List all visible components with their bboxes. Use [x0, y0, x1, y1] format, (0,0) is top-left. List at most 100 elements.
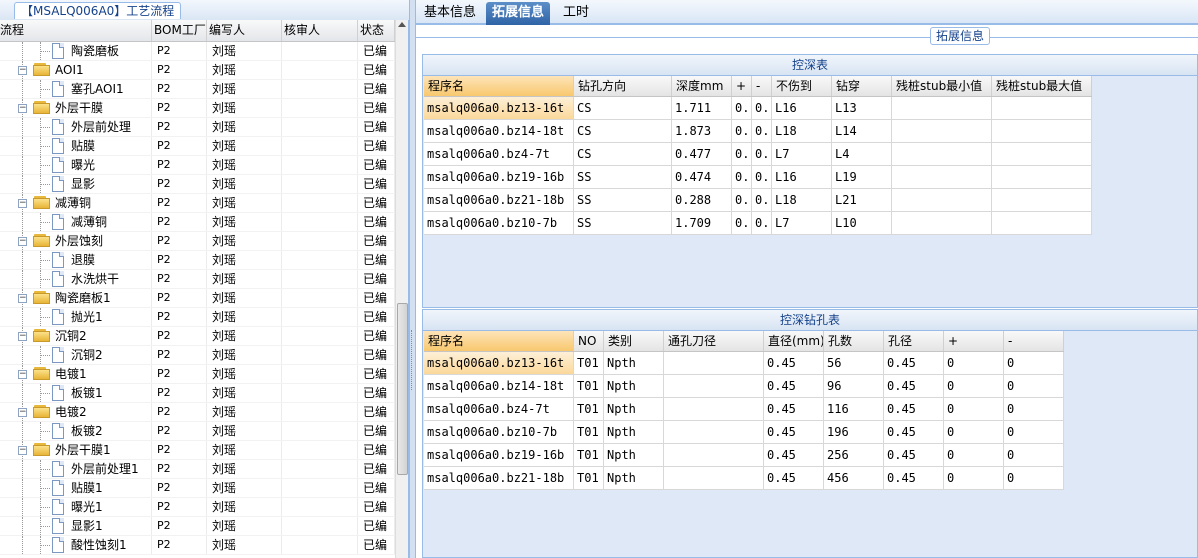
depth-table-row[interactable]: msalq006a0.bz13-16tCS1.7110..0..L16L13 [424, 97, 1092, 120]
tree-row[interactable]: − 外层蚀刻 P2 刘瑶 已编 [0, 232, 395, 251]
hole-table-row[interactable]: msalq006a0.bz21-18b T01 Npth 0.45 456 0.45 0 0 [424, 467, 1064, 490]
tree-node[interactable]: − 外层干膜1 [0, 441, 152, 459]
depth-table-col-header[interactable]: 残桩stub最小值 [892, 76, 992, 96]
hole-table-cell[interactable]: 0 [944, 352, 1004, 374]
hole-table-col-header[interactable]: 孔径 [884, 331, 944, 351]
tree-row[interactable]: 显影 P2 刘瑶 已编 [0, 175, 395, 194]
depth-table-col-header[interactable]: + [732, 76, 752, 96]
hole-table-cell[interactable]: Npth [604, 467, 664, 489]
hole-table-cell[interactable]: msalq006a0.bz10-7b [424, 421, 574, 443]
depth-table-cell[interactable]: L16 [772, 97, 832, 119]
tree-node[interactable]: 减薄铜 [0, 213, 152, 231]
hole-table-cell[interactable]: 0 [944, 375, 1004, 397]
hole-table-row[interactable]: msalq006a0.bz19-16b T01 Npth 0.45 256 0.45 0 0 [424, 444, 1064, 467]
depth-table-col-header[interactable]: 程序名 [424, 76, 574, 96]
tree-row[interactable]: 曝光 P2 刘瑶 已编 [0, 156, 395, 175]
collapse-toggle-icon[interactable]: − [18, 104, 27, 113]
collapse-toggle-icon[interactable]: − [18, 199, 27, 208]
depth-table-col-header[interactable]: 深度mm [672, 76, 732, 96]
hole-table-cell[interactable]: 456 [824, 467, 884, 489]
depth-table-cell[interactable]: 0.. [752, 97, 772, 119]
hole-table-cell[interactable]: T01 [574, 444, 604, 466]
hole-table-cell[interactable]: 0 [944, 398, 1004, 420]
tree-row[interactable]: 外层前处理1 P2 刘瑶 已编 [0, 460, 395, 479]
depth-table-cell[interactable]: L16 [772, 166, 832, 188]
hole-table-cell[interactable]: 0 [1004, 375, 1064, 397]
tree-node[interactable]: 酸性蚀刻1 [0, 536, 152, 554]
collapse-toggle-icon[interactable]: − [18, 237, 27, 246]
tree-node[interactable]: 外层前处理 [0, 118, 152, 136]
depth-table-cell[interactable]: 0.. [752, 120, 772, 142]
depth-table-cell[interactable]: CS [574, 143, 672, 165]
hole-table-cell[interactable]: T01 [574, 375, 604, 397]
depth-table-cell[interactable]: L4 [832, 143, 892, 165]
depth-table-cell[interactable]: L14 [832, 120, 892, 142]
depth-table-cell[interactable]: CS [574, 97, 672, 119]
tree-row[interactable]: 贴膜1 P2 刘瑶 已编 [0, 479, 395, 498]
depth-table-cell[interactable] [892, 120, 992, 142]
hole-table-col-header[interactable]: - [1004, 331, 1064, 351]
depth-table-cell[interactable] [892, 143, 992, 165]
tree-node[interactable]: 塞孔AOI1 [0, 80, 152, 98]
tree-row[interactable]: − 减薄铜 P2 刘瑶 已编 [0, 194, 395, 213]
depth-table-cell[interactable]: 0.474 [672, 166, 732, 188]
depth-table-cell[interactable] [992, 212, 1092, 234]
hole-table-cell[interactable]: 0.45 [764, 467, 824, 489]
depth-table-cell[interactable]: 0.. [732, 143, 752, 165]
hole-table-cell[interactable] [664, 421, 764, 443]
tree-row[interactable]: 减薄铜 P2 刘瑶 已编 [0, 213, 395, 232]
depth-table-cell[interactable]: 0.. [732, 120, 752, 142]
depth-table-cell[interactable] [992, 143, 1092, 165]
tree-node[interactable]: 板镀2 [0, 422, 152, 440]
depth-table-row[interactable]: msalq006a0.bz14-18tCS1.8730..0..L18L14 [424, 120, 1092, 143]
hole-table-cell[interactable]: msalq006a0.bz13-16t [424, 352, 574, 374]
tree-node[interactable]: − 外层干膜 [0, 99, 152, 117]
hole-table-cell[interactable]: 0.45 [764, 352, 824, 374]
tree-node[interactable]: 退膜 [0, 251, 152, 269]
tree-row[interactable]: − 外层干膜1 P2 刘瑶 已编 [0, 441, 395, 460]
depth-table-cell[interactable]: msalq006a0.bz13-16t [424, 97, 574, 119]
hole-table-cell[interactable]: T01 [574, 352, 604, 374]
hole-table-cell[interactable]: 0 [1004, 444, 1064, 466]
tree-node[interactable]: 陶瓷磨板 [0, 42, 152, 60]
pane-splitter[interactable] [409, 0, 416, 558]
depth-table-cell[interactable]: 0.. [752, 143, 772, 165]
tree-row[interactable]: − 电镀1 P2 刘瑶 已编 [0, 365, 395, 384]
hole-table-cell[interactable]: Npth [604, 398, 664, 420]
col-header-reviewer[interactable]: 核审人 [282, 20, 358, 41]
depth-table-col-header[interactable]: 不伤到 [772, 76, 832, 96]
depth-table-row[interactable]: msalq006a0.bz21-18bSS0.2880..0..L18L21 [424, 189, 1092, 212]
depth-table-cell[interactable] [992, 97, 1092, 119]
depth-table-cell[interactable]: L13 [832, 97, 892, 119]
depth-table-row[interactable]: msalq006a0.bz4-7tCS0.4770..0..L7L4 [424, 143, 1092, 166]
depth-table-col-header[interactable]: 残桩stub最大值 [992, 76, 1092, 96]
depth-table-cell[interactable]: 0.288 [672, 189, 732, 211]
hole-table-col-header[interactable]: 直径(mm) [764, 331, 824, 351]
scroll-up-arrow-icon[interactable] [398, 22, 406, 27]
depth-table-cell[interactable]: 1.711 [672, 97, 732, 119]
tree-node[interactable]: − 外层蚀刻 [0, 232, 152, 250]
tree-row[interactable]: − AOI1 P2 刘瑶 已编 [0, 61, 395, 80]
depth-table-cell[interactable]: 0.. [732, 166, 752, 188]
depth-table-cell[interactable]: L7 [772, 212, 832, 234]
hole-table-cell[interactable]: 0.45 [764, 421, 824, 443]
depth-table-cell[interactable]: msalq006a0.bz21-18b [424, 189, 574, 211]
hole-table-cell[interactable]: 96 [824, 375, 884, 397]
hole-table-cell[interactable] [664, 375, 764, 397]
depth-table-cell[interactable] [992, 166, 1092, 188]
hole-table-cell[interactable]: T01 [574, 421, 604, 443]
hole-table-cell[interactable]: T01 [574, 398, 604, 420]
hole-table-cell[interactable]: 0.45 [884, 352, 944, 374]
tree-row[interactable]: − 陶瓷磨板1 P2 刘瑶 已编 [0, 289, 395, 308]
hole-table-row[interactable]: msalq006a0.bz10-7b T01 Npth 0.45 196 0.45 0 0 [424, 421, 1064, 444]
depth-table-cell[interactable]: SS [574, 189, 672, 211]
depth-table-col-header[interactable]: 钻孔方向 [574, 76, 672, 96]
depth-table-cell[interactable]: L10 [832, 212, 892, 234]
depth-table-cell[interactable]: msalq006a0.bz14-18t [424, 120, 574, 142]
hole-table-cell[interactable]: 0.45 [884, 398, 944, 420]
depth-table-cell[interactable]: 1.873 [672, 120, 732, 142]
depth-table-row[interactable]: msalq006a0.bz19-16bSS0.4740..0..L16L19 [424, 166, 1092, 189]
hole-table-cell[interactable]: Npth [604, 352, 664, 374]
hole-table-col-header[interactable]: 孔数 [824, 331, 884, 351]
hole-table-cell[interactable]: 0.45 [884, 444, 944, 466]
